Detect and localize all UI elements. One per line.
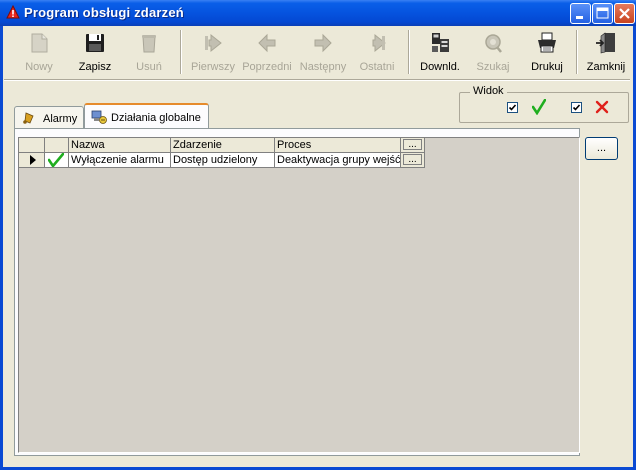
minimize-button[interactable] <box>570 3 591 24</box>
window-title: Program obsługi zdarzeń <box>24 5 184 20</box>
floppy-disk-icon <box>86 34 104 52</box>
warning-triangle-icon <box>6 5 20 19</box>
exit-door-icon <box>596 32 615 54</box>
close-app-button[interactable]: Zamknij <box>580 28 632 76</box>
row-indicator <box>19 153 45 168</box>
column-header-zdarzenie[interactable]: Zdarzenie <box>171 138 275 153</box>
previous-record-button[interactable]: Poprzedni <box>237 28 297 76</box>
row-indicator-header <box>19 138 45 153</box>
toolbar-separator <box>576 30 578 74</box>
actions-grid: Nazwa Zdarzenie Proces ... Wyłączenie al… <box>18 137 580 453</box>
download-icon <box>432 33 449 52</box>
download-button[interactable]: Downld. <box>412 28 468 76</box>
column-header-proces[interactable]: Proces <box>275 138 401 153</box>
show-inactive-checkbox[interactable] <box>571 102 582 113</box>
first-record-icon <box>205 33 222 53</box>
tab-dzialania-globalne[interactable]: Działania globalne <box>84 103 209 129</box>
delete-button[interactable]: Usuń <box>120 28 178 76</box>
tab-alarmy[interactable]: Alarmy <box>14 106 84 129</box>
header-ellipsis-button[interactable]: ... <box>403 139 422 150</box>
checkmark-icon <box>508 104 517 111</box>
header-ellipsis-cell: ... <box>401 138 425 153</box>
side-ellipsis-button[interactable]: ... <box>585 137 618 160</box>
green-check-icon <box>48 153 64 167</box>
toolbar-separator <box>408 30 410 74</box>
search-icon <box>485 34 502 53</box>
cell-nazwa[interactable]: Wyłączenie alarmu <box>69 153 171 168</box>
next-record-icon <box>314 33 332 53</box>
last-record-button[interactable]: Ostatni <box>349 28 405 76</box>
show-active-checkbox[interactable] <box>507 102 518 113</box>
row-ellipsis-button[interactable]: ... <box>403 154 422 165</box>
toolbar-divider <box>4 79 630 81</box>
printer-icon <box>538 32 556 53</box>
global-actions-icon <box>91 110 107 124</box>
cell-zdarzenie[interactable]: Dostęp udzielony <box>171 153 275 168</box>
current-row-arrow-icon <box>30 155 36 165</box>
print-button[interactable]: Drukuj <box>520 28 574 76</box>
enabled-column-header <box>45 138 69 153</box>
alarm-bell-icon <box>23 112 34 124</box>
toolbar: Nowy Zapisz Usuń Pierwszy Poprzedni Nast… <box>4 28 632 78</box>
red-cross-icon <box>595 100 609 114</box>
view-filter-group: Widok <box>459 85 629 123</box>
maximize-button[interactable] <box>592 3 613 24</box>
enabled-cell[interactable] <box>45 153 69 168</box>
close-button[interactable] <box>614 3 635 24</box>
close-icon <box>619 8 630 19</box>
new-document-icon <box>31 33 48 53</box>
save-button[interactable]: Zapisz <box>66 28 124 76</box>
minimize-icon <box>576 16 583 19</box>
title-bar: Program obsługi zdarzeń <box>0 0 636 26</box>
green-check-icon <box>532 99 546 115</box>
checkmark-icon <box>572 104 581 111</box>
search-button[interactable]: Szukaj <box>466 28 520 76</box>
column-header-nazwa[interactable]: Nazwa <box>69 138 171 153</box>
new-button[interactable]: Nowy <box>10 28 68 76</box>
cell-proces[interactable]: Deaktywacja grupy wejść <box>275 153 401 168</box>
previous-record-icon <box>258 33 276 53</box>
trash-icon <box>142 35 156 53</box>
view-filter-label: Widok <box>470 85 507 97</box>
last-record-icon <box>372 33 386 53</box>
next-record-button[interactable]: Następny <box>293 28 353 76</box>
row-ellipsis-cell: ... <box>401 153 425 168</box>
maximize-icon <box>596 7 609 19</box>
first-record-button[interactable]: Pierwszy <box>184 28 242 76</box>
toolbar-separator <box>180 30 182 74</box>
